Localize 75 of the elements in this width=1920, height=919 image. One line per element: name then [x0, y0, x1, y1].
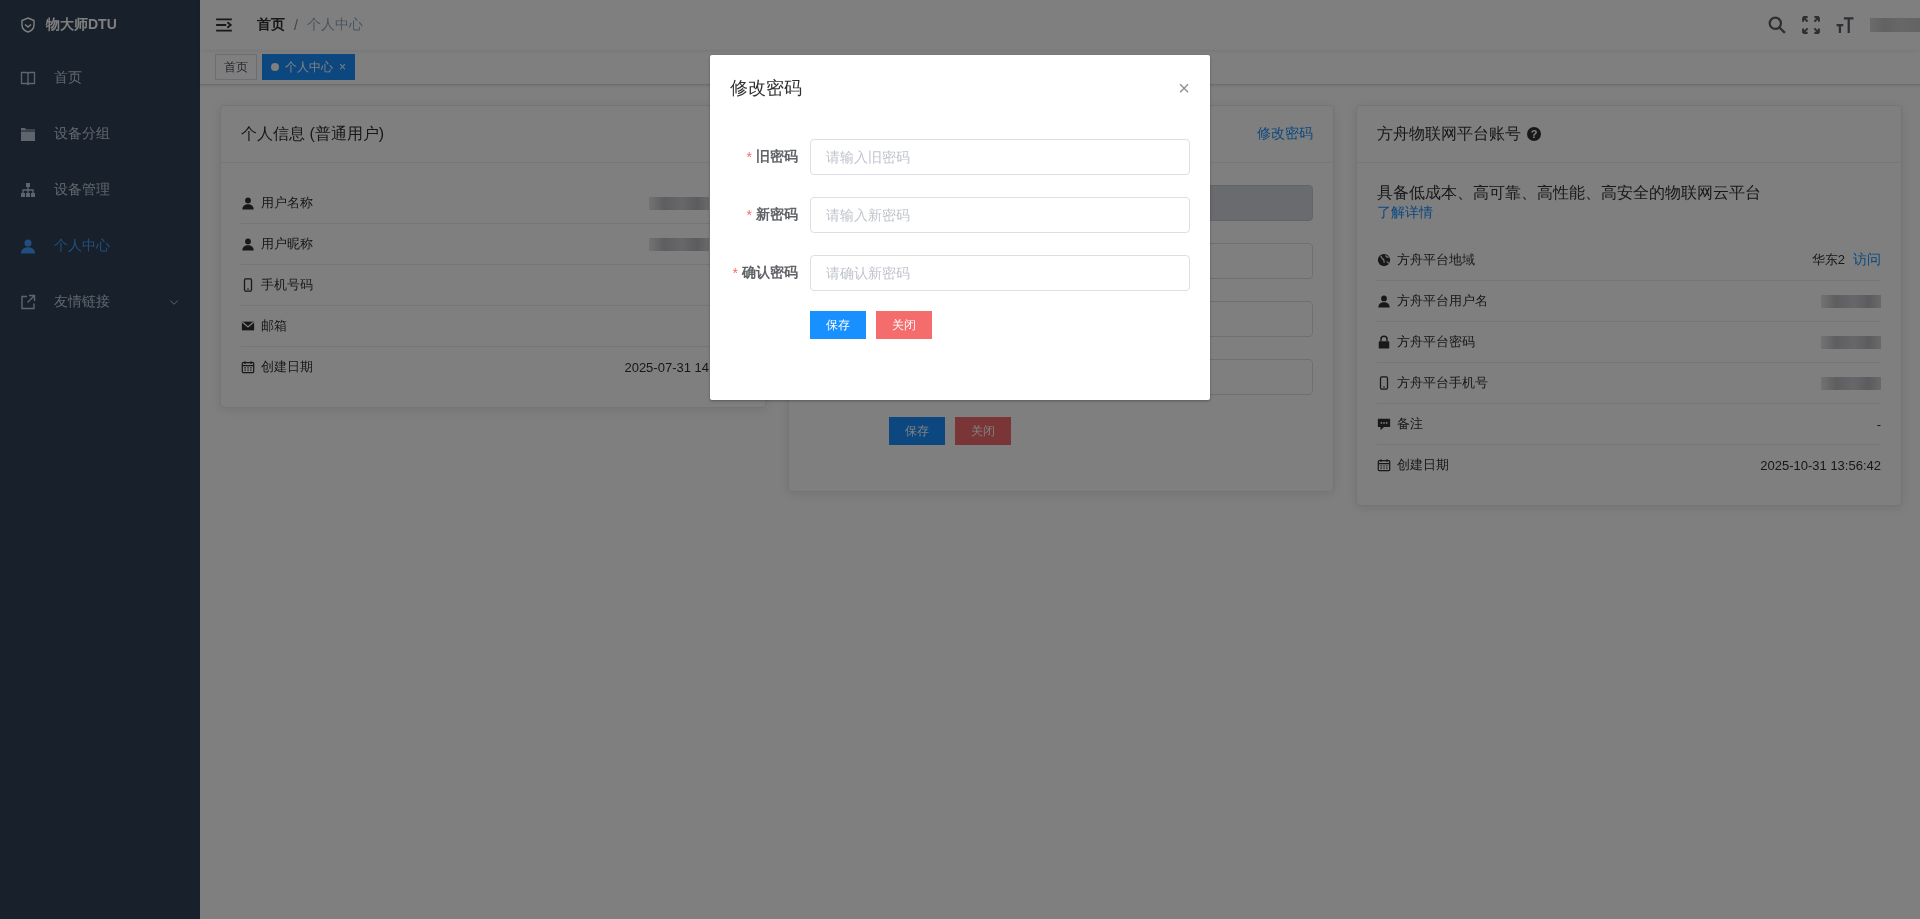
required-mark: *	[746, 207, 752, 223]
field-label: 用户昵称	[261, 235, 313, 253]
tab[interactable]: 首页	[215, 54, 257, 80]
external-link-icon	[20, 294, 36, 310]
user-icon	[241, 196, 255, 210]
calendar-icon	[241, 360, 255, 374]
sidebar-item[interactable]: 设备分组	[0, 106, 200, 162]
menu-icon	[215, 16, 233, 34]
blurred-value	[1821, 294, 1881, 308]
field-label: 手机号码	[261, 276, 313, 294]
blurred-value	[649, 196, 709, 210]
field-label: 方舟平台密码	[1397, 333, 1475, 351]
folder-icon	[20, 126, 36, 142]
user-icon	[1377, 294, 1391, 308]
dialog-title: 修改密码	[730, 77, 802, 100]
field-value: 2025-10-31 13:56:42	[1760, 457, 1881, 473]
calendar-icon	[1377, 458, 1391, 472]
field-value: -	[1876, 416, 1881, 432]
description: 具备低成本、高可靠、高性能、高安全的物联网云平台	[1377, 183, 1762, 203]
search-icon	[1768, 16, 1786, 34]
close-icon[interactable]: ×	[339, 60, 346, 74]
sidebar-item[interactable]: 设备管理	[0, 162, 200, 218]
field-label: 邮箱	[261, 317, 287, 335]
hierarchy-icon	[20, 182, 36, 198]
blurred-value	[1821, 376, 1881, 390]
breadcrumb-item[interactable]: 首页	[257, 16, 285, 34]
card-title: 方舟物联网平台账号	[1377, 123, 1521, 144]
field-label: 旧密码	[756, 148, 798, 166]
globe-icon	[1377, 253, 1391, 267]
fullscreen-icon	[1802, 16, 1820, 34]
help-icon[interactable]: ?	[1527, 127, 1541, 141]
close-button[interactable]: 关闭	[955, 417, 1011, 445]
breadcrumb-separator: /	[294, 17, 298, 33]
close-button[interactable]: 关闭	[876, 311, 932, 339]
close-button[interactable]: ×	[1178, 76, 1190, 100]
book-icon	[20, 70, 36, 86]
field-value: 2025-07-31 14	[624, 359, 709, 375]
comment-icon	[1377, 417, 1391, 431]
app-logo-text: 物大师DTU	[46, 16, 117, 34]
phone-icon	[1377, 376, 1391, 390]
field-label: 备注	[1397, 415, 1423, 433]
password-field[interactable]: 请确认新密码	[810, 255, 1190, 291]
sidebar-item[interactable]: 首页	[0, 50, 200, 106]
visit-link[interactable]: 访问	[1853, 251, 1881, 269]
user-icon	[20, 238, 36, 254]
font-size-icon	[1836, 16, 1854, 34]
field-label: 确认密码	[742, 264, 798, 282]
shield-icon	[20, 17, 36, 33]
lock-icon	[1377, 335, 1391, 349]
field-label: 方舟平台地域	[1397, 251, 1475, 269]
tab[interactable]: 个人中心 ×	[262, 54, 355, 80]
mail-icon	[241, 319, 255, 333]
field-label: 方舟平台手机号	[1397, 374, 1488, 392]
blurred-username[interactable]	[1870, 18, 1920, 32]
sidebar-item[interactable]: 个人中心	[0, 218, 200, 274]
field-value: 华东2	[1811, 251, 1845, 269]
field-label: 方舟平台用户名	[1397, 292, 1488, 310]
phone-icon	[241, 278, 255, 292]
save-button[interactable]: 保存	[810, 311, 866, 339]
save-button[interactable]: 保存	[889, 417, 945, 445]
user-icon	[241, 237, 255, 251]
field-label: 用户名称	[261, 194, 313, 212]
blurred-value	[1821, 335, 1881, 349]
required-mark: *	[732, 265, 738, 281]
password-field[interactable]: 请输入新密码	[810, 197, 1190, 233]
blurred-value	[649, 237, 709, 251]
sidebar-item[interactable]: 友情链接	[0, 274, 200, 330]
field-label: 创建日期	[1397, 456, 1449, 474]
card-title: 个人信息 (普通用户)	[241, 123, 385, 144]
learn-more-link[interactable]: 了解详情	[1377, 204, 1433, 222]
field-label: 创建日期	[261, 358, 313, 376]
change-password-link[interactable]: 修改密码	[1257, 125, 1313, 143]
dot-icon	[271, 63, 279, 71]
field-label: 新密码	[756, 206, 798, 224]
required-mark: *	[746, 149, 752, 165]
